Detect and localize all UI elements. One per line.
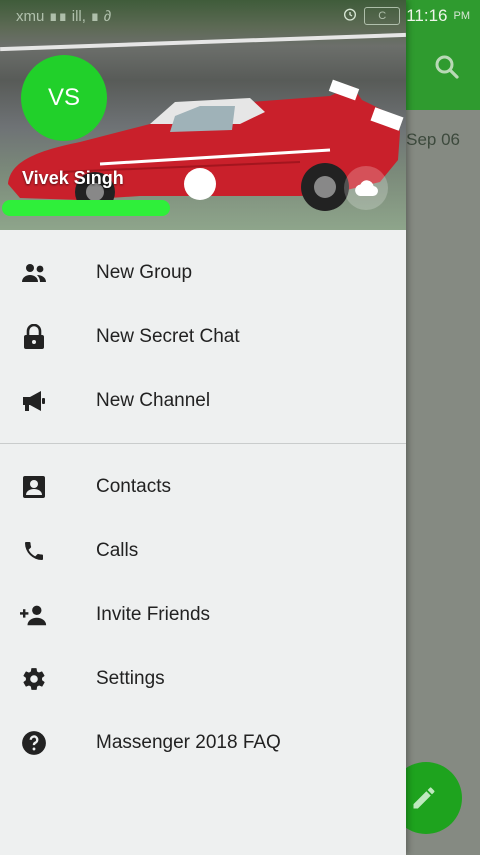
menu-divider xyxy=(0,443,406,444)
pencil-icon xyxy=(413,787,435,809)
menu-label: New Secret Chat xyxy=(96,326,240,347)
battery-icon: C xyxy=(364,7,401,25)
status-bar: xmu ∎∎ ill, ∎ ∂ C 11:16 PM xyxy=(0,0,480,32)
track-line xyxy=(0,32,406,52)
phone-icon xyxy=(20,537,48,565)
menu-item-settings[interactable]: Settings xyxy=(0,647,406,711)
menu-item-invite-friends[interactable]: Invite Friends xyxy=(0,583,406,647)
clock-time: 11:16 xyxy=(406,6,448,25)
contact-card-icon xyxy=(20,473,48,501)
menu-item-new-secret-chat[interactable]: New Secret Chat xyxy=(0,305,406,369)
chat-date: Sep 06 xyxy=(406,130,460,149)
help-circle-icon xyxy=(20,729,48,757)
user-name: Vivek Singh xyxy=(22,168,124,188)
compose-button[interactable] xyxy=(390,762,462,834)
gear-icon xyxy=(20,665,48,693)
alarm-icon xyxy=(342,6,358,26)
cloud-icon[interactable] xyxy=(344,166,388,210)
menu-item-new-channel[interactable]: New Channel xyxy=(0,369,406,433)
lock-icon xyxy=(20,323,48,351)
status-indicators: xmu ∎∎ ill, ∎ ∂ xyxy=(16,8,112,25)
search-icon[interactable] xyxy=(432,52,462,82)
menu-item-faq[interactable]: Massenger 2018 FAQ xyxy=(0,711,406,775)
group-icon xyxy=(20,259,48,287)
name-highlight xyxy=(2,200,170,216)
menu-label: Calls xyxy=(96,540,139,561)
megaphone-icon xyxy=(20,387,48,415)
navigation-drawer: VS Vivek Singh New Group New Secret Chat… xyxy=(0,0,406,855)
menu-item-new-group[interactable]: New Group xyxy=(0,241,406,305)
menu-label: Invite Friends xyxy=(96,604,211,625)
menu-label: Massenger 2018 FAQ xyxy=(96,732,281,753)
menu-label: New Group xyxy=(96,262,193,283)
menu-label: Settings xyxy=(96,668,165,689)
menu-item-calls[interactable]: Calls xyxy=(0,519,406,583)
menu-item-contacts[interactable]: Contacts xyxy=(0,455,406,519)
add-person-icon xyxy=(20,601,48,629)
clock-ampm: PM xyxy=(453,10,471,22)
menu-label: Contacts xyxy=(96,476,171,497)
avatar[interactable]: VS xyxy=(21,55,107,141)
drawer-header: VS Vivek Singh xyxy=(0,0,406,230)
menu-label: New Channel xyxy=(96,390,211,411)
